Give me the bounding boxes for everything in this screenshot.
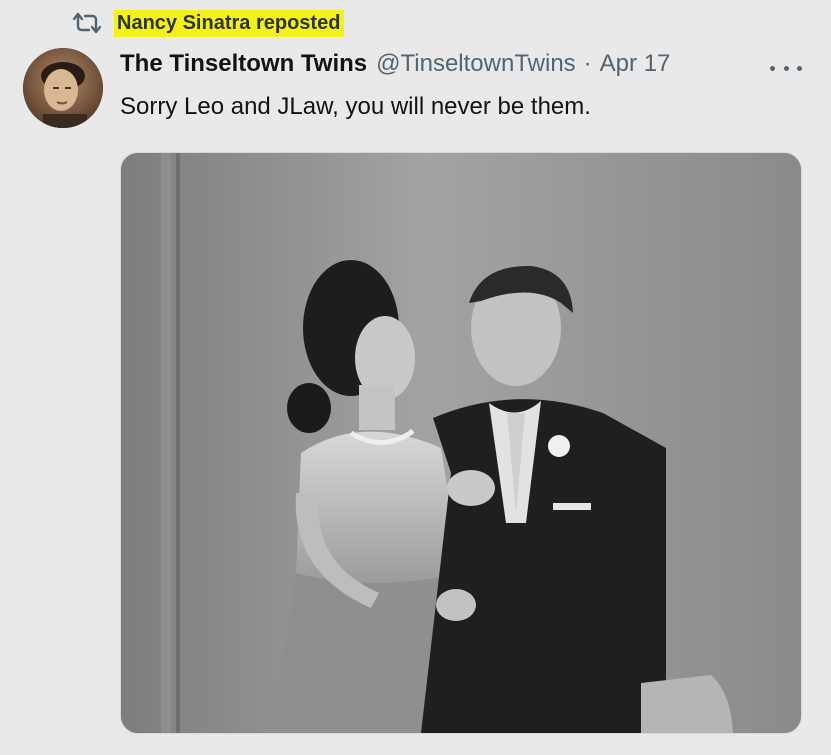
user-handle[interactable]: @TinseltownTwins	[376, 50, 576, 78]
repost-icon	[72, 12, 102, 34]
display-name[interactable]: The Tinseltown Twins	[120, 50, 367, 78]
tweet-date[interactable]: Apr 17	[600, 50, 671, 78]
repost-indicator[interactable]: Nancy Sinatra reposted	[70, 8, 345, 38]
avatar-image	[23, 48, 103, 128]
separator-dot: ·	[583, 50, 592, 77]
tweet-media-photo[interactable]	[120, 152, 802, 734]
tweet-header: The Tinseltown Twins @TinseltownTwins · …	[120, 50, 670, 82]
avatar[interactable]	[23, 48, 103, 128]
tweet-text: Sorry Leo and JLaw, you will never be th…	[120, 93, 591, 120]
reposted-by-label[interactable]: Nancy Sinatra reposted	[114, 9, 345, 37]
photo-image	[121, 153, 801, 733]
more-horizontal-icon[interactable]	[770, 58, 802, 78]
